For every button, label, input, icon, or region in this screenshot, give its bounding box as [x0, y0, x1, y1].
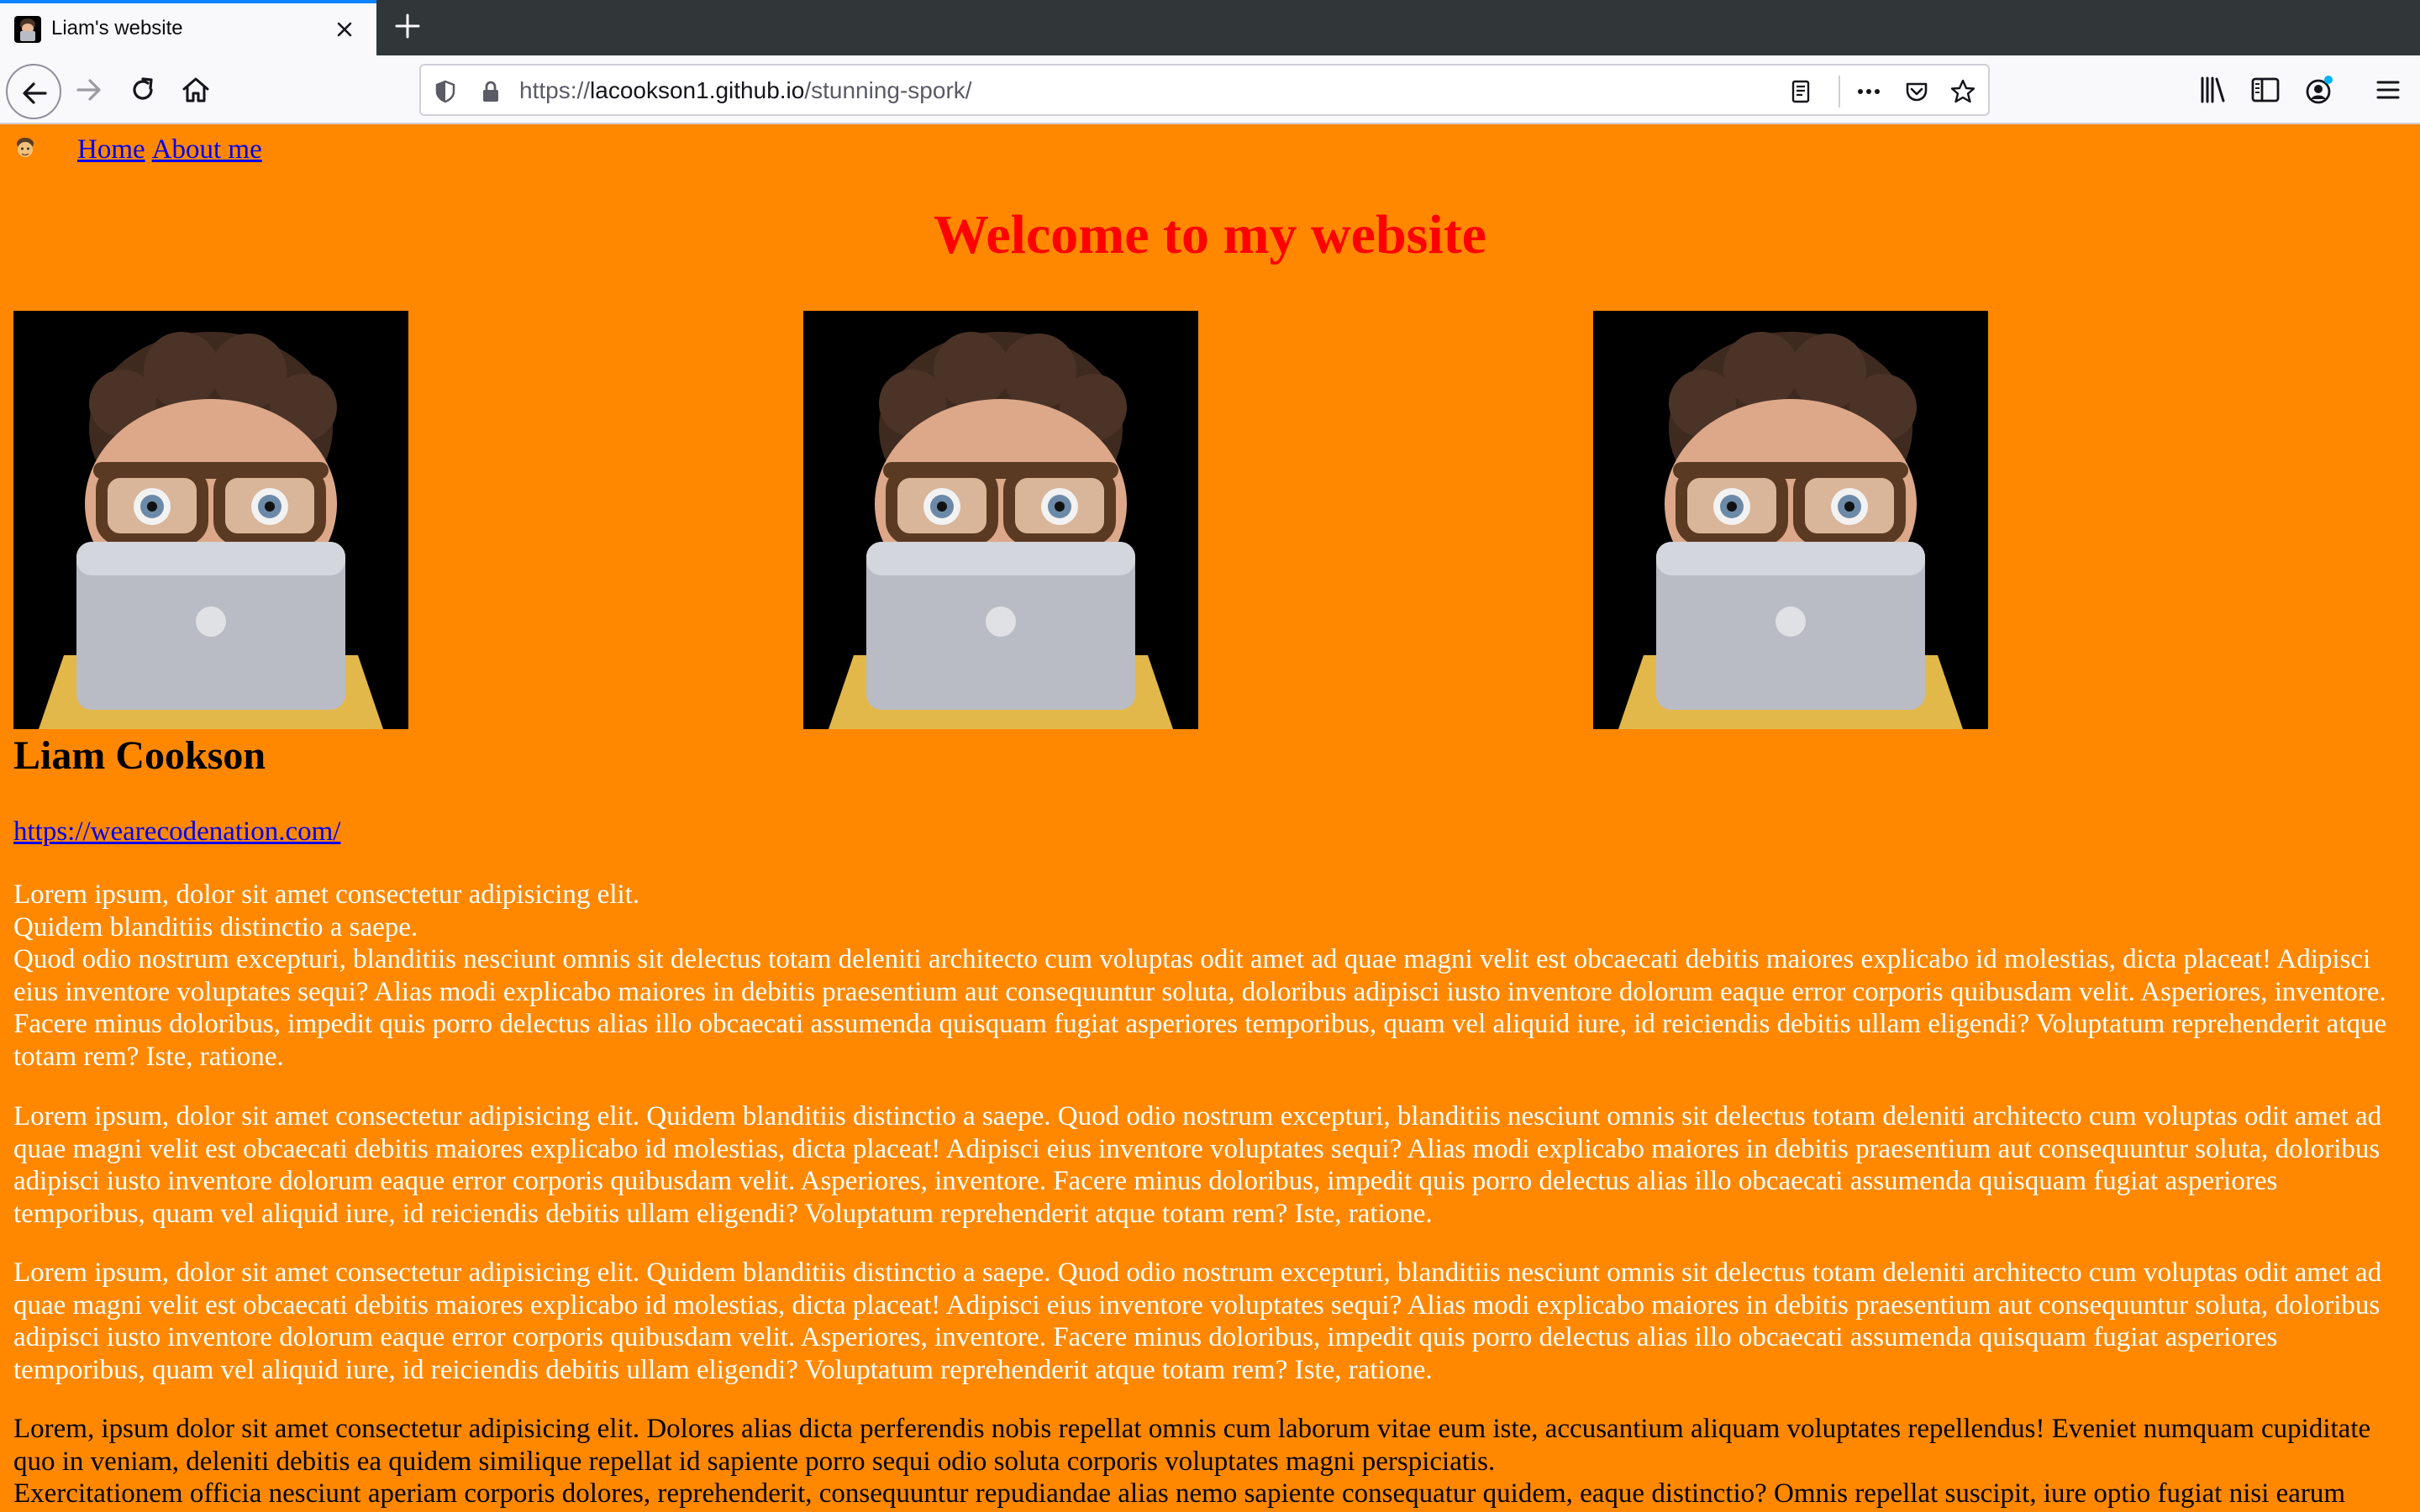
active-tab[interactable]: Liam's website: [0, 0, 376, 55]
reader-view-icon[interactable]: [1786, 77, 1815, 106]
home-icon[interactable]: [177, 71, 214, 108]
sidebar-icon[interactable]: [2247, 71, 2284, 108]
navigation-toolbar: https://lacookson1.github.io/stunning-sp…: [0, 55, 2420, 124]
url-prefix: https://: [519, 77, 591, 103]
menu-icon[interactable]: [2370, 71, 2407, 108]
profile-image: [803, 311, 1198, 729]
memoji-favicon-icon: [14, 16, 41, 43]
profile-name: Liam Cookson: [13, 733, 266, 778]
page-content: Home About me Welcome to my website Liam…: [0, 126, 2420, 1512]
lock-icon[interactable]: [476, 77, 505, 106]
url-bar-divider: [1839, 76, 1840, 108]
intro-paragraph: Lorem ipsum, dolor sit amet consectetur …: [13, 879, 2407, 1073]
shield-icon[interactable]: [431, 77, 460, 106]
new-tab-plus-icon[interactable]: [392, 10, 424, 42]
url-host: lacookson1.github.io: [590, 77, 805, 103]
body-paragraph-4: Lorem, ipsum dolor sit amet consectetur …: [13, 1413, 2407, 1512]
logo-icon: [13, 136, 37, 161]
more-icon[interactable]: [1854, 77, 1883, 106]
body-paragraph-2: Lorem ipsum, dolor sit amet consectetur …: [13, 1101, 2382, 1229]
tab-title: Liam's website: [51, 17, 183, 39]
paragraph-4-line-2: Exercitationem officia nesciunt aperiam …: [13, 1478, 2346, 1512]
url-path: /stunning-spork/: [804, 77, 972, 103]
paragraph-4-line-1: Lorem, ipsum dolor sit amet consectetur …: [13, 1414, 2371, 1477]
body-paragraph-3: Lorem ipsum, dolor sit amet consectetur …: [13, 1257, 2382, 1385]
bookmark-star-icon[interactable]: [1949, 77, 1977, 106]
profile-image: [13, 311, 408, 729]
nav-home-link[interactable]: Home: [77, 134, 145, 165]
intro-line-3: Quod odio nostrum excepturi, blanditiis …: [13, 944, 2387, 1072]
back-button[interactable]: [6, 64, 61, 119]
page-title: Welcome to my website: [934, 204, 1486, 265]
url-bar[interactable]: https://lacookson1.github.io/stunning-sp…: [419, 64, 1990, 116]
profile-image: [1593, 311, 1988, 729]
pocket-icon[interactable]: [1902, 77, 1931, 106]
intro-line-1: Lorem ipsum, dolor sit amet consectetur …: [13, 879, 640, 910]
reload-icon[interactable]: [124, 71, 161, 108]
url-text[interactable]: https://lacookson1.github.io/stunning-sp…: [519, 77, 972, 104]
nav-about-link[interactable]: About me: [152, 134, 262, 165]
close-icon[interactable]: [331, 16, 358, 43]
tab-strip: Liam's website: [0, 0, 2420, 55]
forward-icon[interactable]: [71, 71, 108, 108]
site-nav: Home About me: [13, 134, 269, 176]
intro-line-2: Quidem blanditiis distinctio a saepe.: [13, 911, 418, 942]
account-icon[interactable]: [2300, 71, 2337, 108]
back-icon: [23, 82, 47, 104]
codenation-link[interactable]: https://wearecodenation.com/: [13, 816, 340, 848]
library-icon[interactable]: [2195, 71, 2232, 108]
